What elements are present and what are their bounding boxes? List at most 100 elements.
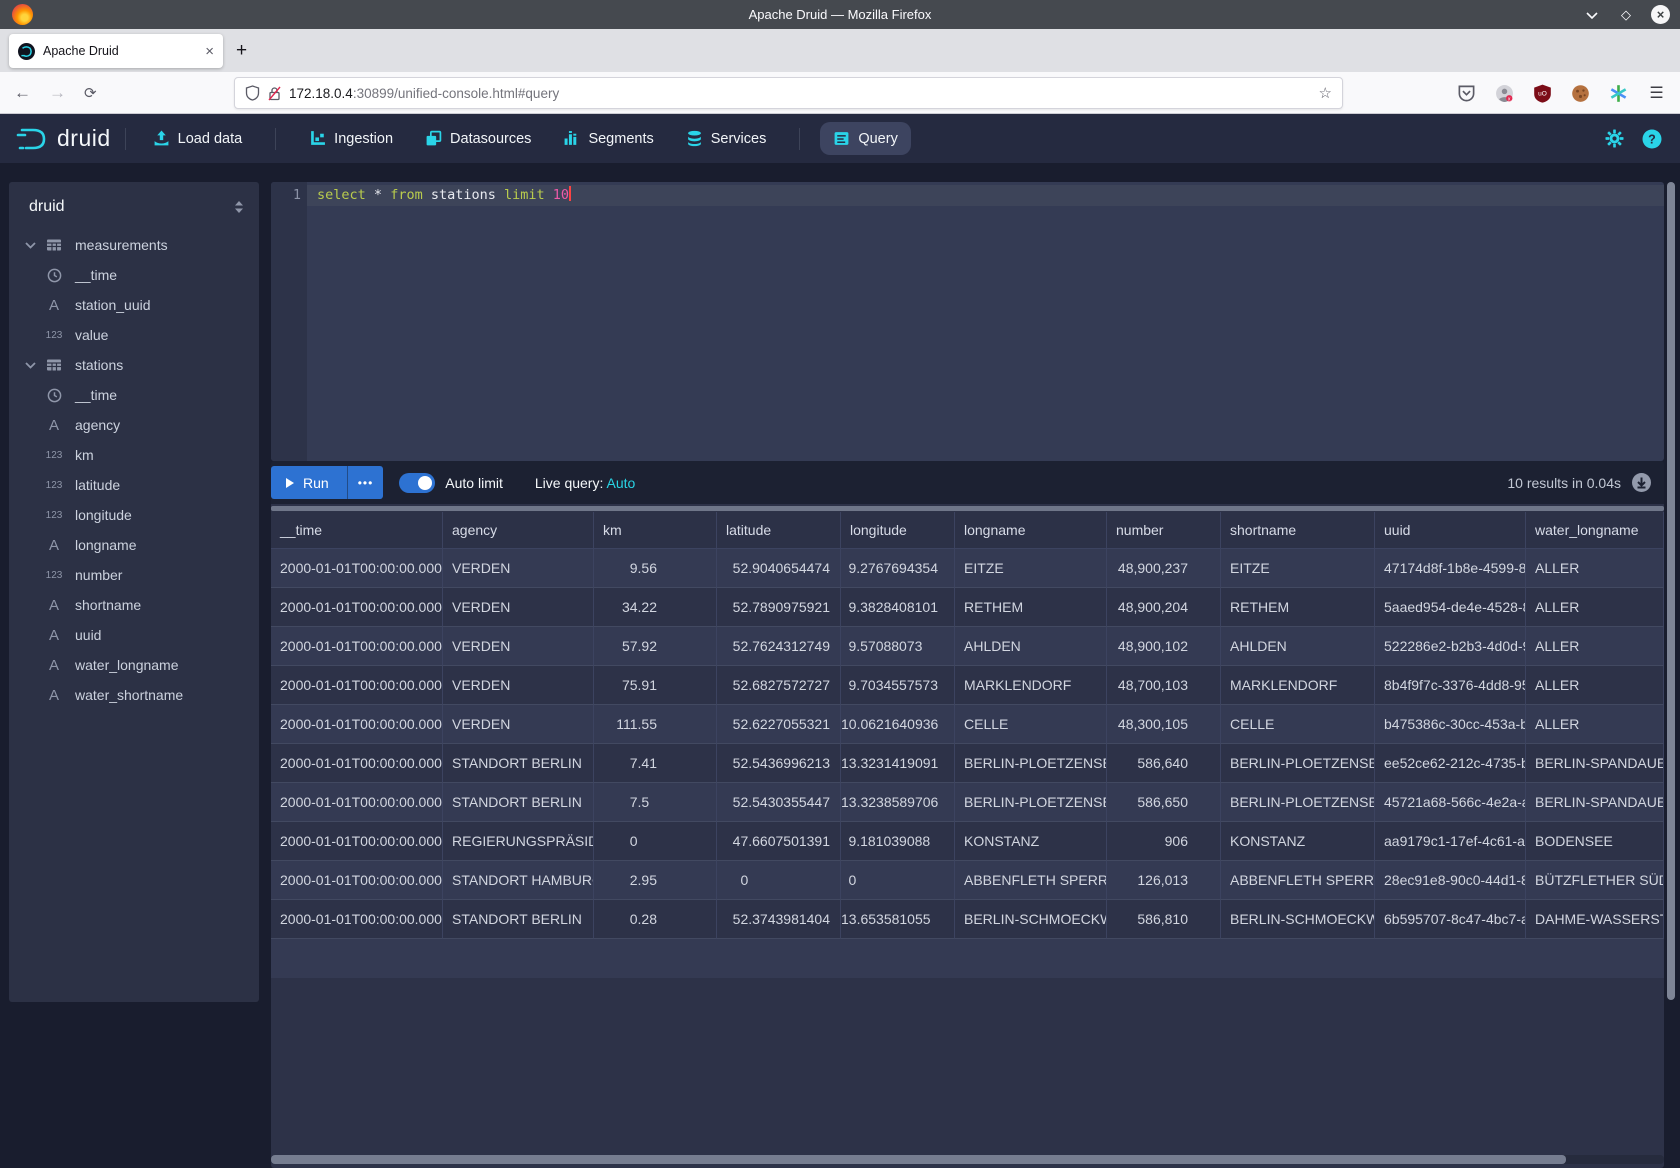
table-cell[interactable]: BERLIN-PLOETZENSEE OW (955, 744, 1107, 783)
table-cell[interactable]: 0.00 (594, 822, 717, 861)
table-cell[interactable]: EITZE (955, 549, 1107, 588)
nav-item-load-data[interactable]: Load data (140, 122, 256, 155)
table-cell[interactable]: 2000-01-01T00:00:00.000Z (271, 666, 443, 705)
table-cell[interactable]: 2.95 (594, 861, 717, 900)
table-cell[interactable]: RETHEM (1221, 588, 1375, 627)
table-cell[interactable]: 13.3231419091 (841, 744, 955, 783)
table-cell[interactable]: CELLE (1221, 705, 1375, 744)
table-cell[interactable]: 52.9040654474 (717, 549, 841, 588)
table-cell[interactable]: RETHEM (955, 588, 1107, 627)
table-cell[interactable]: ABBENFLETH SPERRWERK (955, 861, 1107, 900)
table-cell[interactable]: ALLER (1526, 666, 1664, 705)
tree-column-water_longname[interactable]: Awater_longname (9, 650, 259, 680)
table-cell[interactable]: 5aaed954-de4e-4528-8f (1375, 588, 1526, 627)
table-cell[interactable]: 48,900,237 (1107, 549, 1221, 588)
tree-column-station_uuid[interactable]: Astation_uuid (9, 290, 259, 320)
table-cell[interactable]: 7.50 (594, 783, 717, 822)
table-cell[interactable]: BERLIN-SCHMOECKWITZ (955, 900, 1107, 939)
table-cell[interactable]: CELLE (955, 705, 1107, 744)
column-header-longname[interactable]: longname (955, 512, 1107, 549)
download-icon[interactable] (1631, 472, 1652, 493)
account-icon[interactable]: x (1495, 84, 1514, 103)
table-cell[interactable]: VERDEN (443, 588, 594, 627)
table-cell[interactable]: 586,650 (1107, 783, 1221, 822)
table-cell[interactable]: 9.1810390880 (841, 822, 955, 861)
table-cell[interactable]: 0.28 (594, 900, 717, 939)
tree-column-number[interactable]: 123number (9, 560, 259, 590)
table-cell[interactable]: 48,900,102 (1107, 627, 1221, 666)
tree-table-measurements[interactable]: measurements (9, 230, 259, 260)
table-cell[interactable]: REGIERUNGSPRÄSIDIUM (443, 822, 594, 861)
table-cell[interactable]: STANDORT BERLIN (443, 783, 594, 822)
new-tab-button[interactable]: + (236, 41, 247, 60)
bookmark-star-icon[interactable]: ☆ (1319, 84, 1332, 102)
live-query-value[interactable]: Auto (606, 475, 635, 491)
column-header-latitude[interactable]: latitude (717, 512, 841, 549)
table-cell[interactable]: 0.0000000000 (717, 861, 841, 900)
tree-table-stations[interactable]: stations (9, 350, 259, 380)
table-cell[interactable]: DAHME-WASSERSTRASSE (1526, 900, 1664, 939)
nav-item-segments[interactable]: Segments (550, 122, 666, 155)
auto-limit-toggle[interactable] (399, 473, 435, 493)
forward-icon[interactable]: → (49, 83, 66, 103)
tree-column-__time[interactable]: __time (9, 380, 259, 410)
table-cell[interactable]: BERLIN-PLOETZENSEE UW (955, 783, 1107, 822)
results-horizontal-scrollbar[interactable] (271, 1155, 1664, 1164)
column-header-uuid[interactable]: uuid (1375, 512, 1526, 549)
minimize-icon[interactable] (1583, 6, 1601, 24)
tree-column-water_shortname[interactable]: Awater_shortname (9, 680, 259, 710)
table-cell[interactable]: BERLIN-SPANDAUER-SC (1526, 744, 1664, 783)
table-cell[interactable]: 9.56 (594, 549, 717, 588)
table-cell[interactable]: 52.7624312749 (717, 627, 841, 666)
nav-item-ingestion[interactable]: Ingestion (296, 122, 406, 155)
url-text[interactable]: 172.18.0.4:30899/unified-console.html#qu… (289, 86, 1311, 101)
lock-insecure-icon[interactable] (268, 86, 281, 101)
table-cell[interactable]: 2000-01-01T00:00:00.000Z (271, 744, 443, 783)
table-cell[interactable]: 8b4f9f7c-3376-4dd8-95c (1375, 666, 1526, 705)
tree-column-agency[interactable]: Aagency (9, 410, 259, 440)
table-cell[interactable]: AHLDEN (1221, 627, 1375, 666)
table-cell[interactable]: 2000-01-01T00:00:00.000Z (271, 705, 443, 744)
table-cell[interactable]: 6b595707-8c47-4bc7-a8 (1375, 900, 1526, 939)
maximize-icon[interactable]: ◇ (1617, 6, 1635, 24)
tree-column-shortname[interactable]: Ashortname (9, 590, 259, 620)
table-cell[interactable]: 9.7034557573 (841, 666, 955, 705)
table-cell[interactable]: 906 (1107, 822, 1221, 861)
table-cell[interactable]: 47.6607501391 (717, 822, 841, 861)
query-text[interactable]: select * from stations limit 10 (317, 185, 571, 206)
column-header-agency[interactable]: agency (443, 512, 594, 549)
tree-column-value[interactable]: 123value (9, 320, 259, 350)
table-cell[interactable]: 586,810 (1107, 900, 1221, 939)
table-cell[interactable]: b475386c-30cc-453a-b3 (1375, 705, 1526, 744)
table-cell[interactable]: 7.41 (594, 744, 717, 783)
table-cell[interactable]: 9.3828408101 (841, 588, 955, 627)
table-cell[interactable]: 48,900,204 (1107, 588, 1221, 627)
table-cell[interactable]: aa9179c1-17ef-4c61-a48 (1375, 822, 1526, 861)
table-cell[interactable]: EITZE (1221, 549, 1375, 588)
tab-close-icon[interactable]: × (205, 43, 214, 60)
table-cell[interactable]: BÜTZFLETHER SÜDERELBE (1526, 861, 1664, 900)
table-cell[interactable]: 13.3238589706 (841, 783, 955, 822)
table-cell[interactable]: 52.5436996213 (717, 744, 841, 783)
table-cell[interactable]: 52.5430355447 (717, 783, 841, 822)
ublock-icon[interactable]: uO (1533, 84, 1552, 103)
table-cell[interactable]: STANDORT BERLIN (443, 744, 594, 783)
reload-icon[interactable]: ⟳ (84, 84, 97, 102)
table-cell[interactable]: BERLIN-SPANDAUER-SC (1526, 783, 1664, 822)
pocket-icon[interactable] (1457, 84, 1476, 103)
help-icon[interactable]: ? (1642, 129, 1662, 149)
table-cell[interactable]: KONSTANZ (955, 822, 1107, 861)
column-header-water_longname[interactable]: water_longname (1526, 512, 1664, 549)
table-cell[interactable]: 28ec91e8-90c0-44d1-8f0 (1375, 861, 1526, 900)
tree-column-longname[interactable]: Alongname (9, 530, 259, 560)
table-cell[interactable]: 47174d8f-1b8e-4599-8a (1375, 549, 1526, 588)
table-cell[interactable]: 2000-01-01T00:00:00.000Z (271, 783, 443, 822)
table-cell[interactable]: AHLDEN (955, 627, 1107, 666)
table-cell[interactable]: 9.2767694354 (841, 549, 955, 588)
url-bar[interactable]: 172.18.0.4:30899/unified-console.html#qu… (234, 77, 1343, 109)
column-header-longitude[interactable]: longitude (841, 512, 955, 549)
close-icon[interactable]: × (1651, 5, 1670, 24)
table-cell[interactable]: ee52ce62-212c-4735-b4 (1375, 744, 1526, 783)
column-header-shortname[interactable]: shortname (1221, 512, 1375, 549)
caret-down-icon[interactable] (19, 362, 41, 369)
